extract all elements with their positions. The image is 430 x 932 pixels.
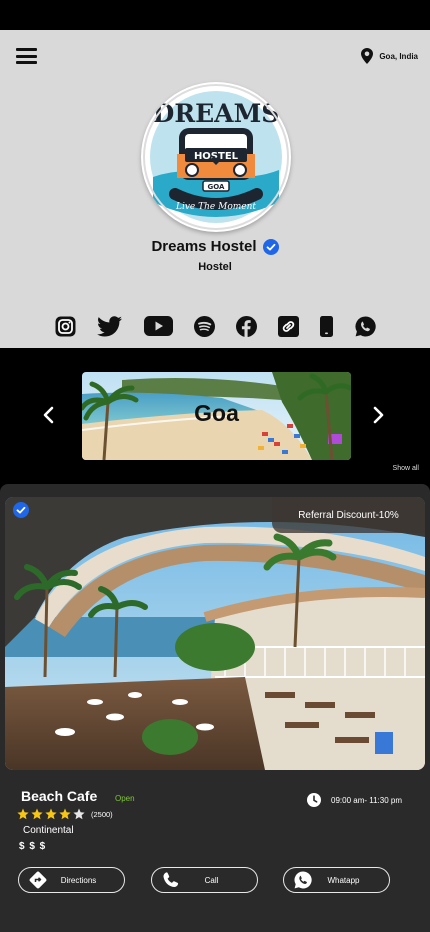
destination-title: Goa <box>194 400 239 426</box>
profile-name: Dreams Hostel <box>151 238 257 255</box>
profile-header: Goa, India DREAMS HOSTEL GOA Live The Mo… <box>0 30 430 348</box>
destination-carousel: Goa Show all <box>0 348 430 484</box>
chevron-left-icon[interactable] <box>41 406 55 424</box>
whatsapp-label: Whatapp <box>327 875 360 885</box>
youtube-icon[interactable] <box>143 312 173 340</box>
referral-discount-badge: Referral Discount-10% <box>272 497 425 533</box>
clock-icon <box>307 793 321 807</box>
star-filled-icon <box>31 808 43 820</box>
price-level: $ $ $ <box>19 841 47 852</box>
phone-icon[interactable] <box>318 312 334 340</box>
verified-listing-icon <box>13 502 29 518</box>
listing-name[interactable]: Beach Cafe <box>21 788 97 804</box>
location-pin-icon <box>361 48 374 64</box>
star-empty-icon <box>73 808 85 820</box>
status-bar <box>0 0 430 30</box>
svg-text:Live The Moment: Live The Moment <box>175 202 256 212</box>
destination-banner[interactable]: Goa <box>82 372 351 460</box>
opening-hours: 09:00 am- 11:30 pm <box>307 793 402 807</box>
directions-label: Directions <box>60 875 97 885</box>
hostel-logo: DREAMS HOSTEL GOA Live The Moment <box>141 82 291 232</box>
link-icon[interactable] <box>277 312 299 340</box>
directions-button[interactable]: Directions <box>18 867 125 893</box>
call-button[interactable]: Call <box>151 867 258 893</box>
twitter-icon[interactable] <box>96 312 122 340</box>
profile-name-row: Dreams Hostel <box>0 238 430 255</box>
svg-text:DREAMS: DREAMS <box>153 99 280 128</box>
listing-photo[interactable] <box>5 497 425 770</box>
star-filled-icon <box>17 808 29 820</box>
verified-badge-icon <box>262 238 279 255</box>
show-all-link[interactable]: Show all <box>393 465 419 472</box>
star-filled-icon <box>59 808 71 820</box>
profile-category: Hostel <box>198 261 232 273</box>
star-filled-icon <box>45 808 57 820</box>
rating-count: (2500) <box>91 809 113 819</box>
social-links <box>0 312 430 340</box>
star-rating: (2500) <box>17 808 113 820</box>
whatsapp-button[interactable]: Whatapp <box>283 867 390 893</box>
listing-card[interactable]: Referral Discount-10% Beach Cafe Open (2… <box>0 484 430 932</box>
cuisine-type: Continental <box>23 825 74 836</box>
call-label: Call <box>204 875 219 885</box>
whatsapp-icon[interactable] <box>354 312 376 340</box>
instagram-icon[interactable] <box>54 312 76 340</box>
hamburger-menu-icon[interactable] <box>16 48 37 64</box>
chevron-right-icon[interactable] <box>372 406 386 424</box>
spotify-icon[interactable] <box>193 312 215 340</box>
hours-text: 09:00 am- 11:30 pm <box>331 795 403 805</box>
location-text: Goa, India <box>379 51 418 61</box>
location-indicator[interactable]: Goa, India <box>361 48 418 64</box>
svg-text:GOA: GOA <box>208 183 226 191</box>
open-status: Open <box>115 794 135 803</box>
facebook-icon[interactable] <box>235 312 257 340</box>
